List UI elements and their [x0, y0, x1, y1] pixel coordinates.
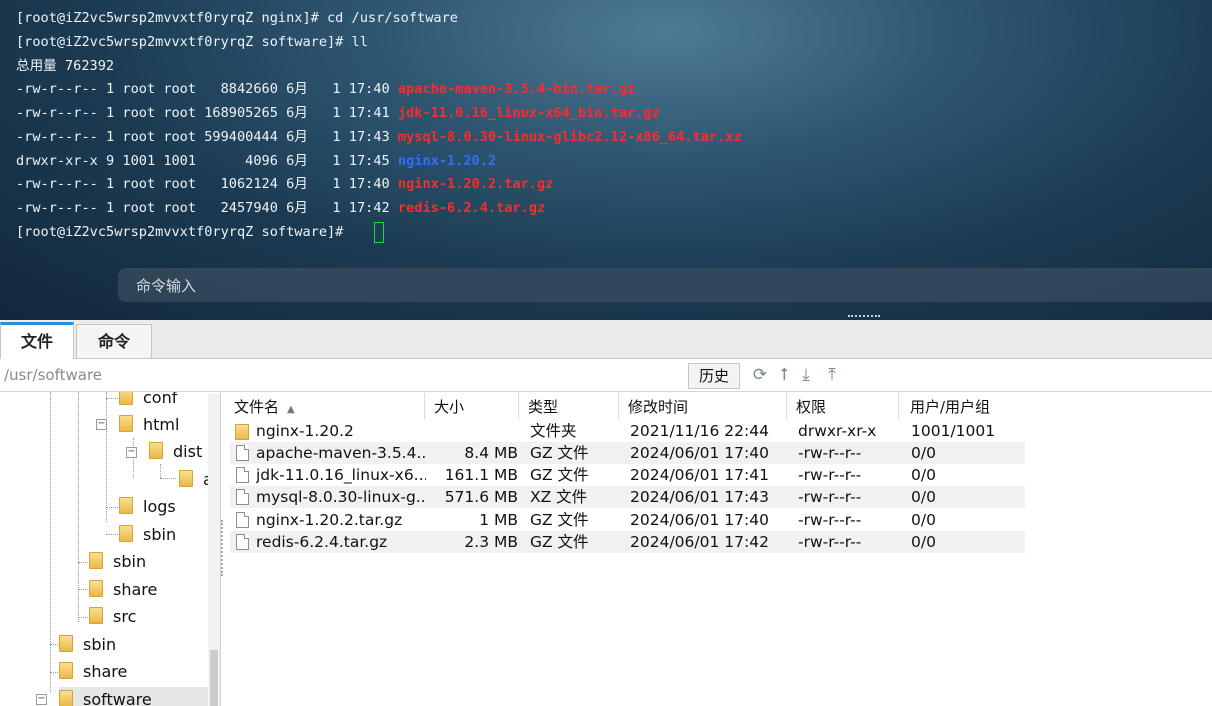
history-button[interactable]: 历史: [688, 363, 740, 389]
column-header-owner[interactable]: 用户/用户组: [910, 393, 1030, 419]
terminal-line: [root@iZ2vc5wrsp2mvvxtf0ryrqZ software]#…: [16, 34, 368, 50]
refresh-icon[interactable]: ⟳: [750, 365, 770, 385]
tree-node[interactable]: conf: [119, 392, 177, 411]
folder-icon: [235, 424, 249, 440]
folder-icon: [119, 497, 133, 514]
directory-tree[interactable]: conf − html − dist a logs sbin sbin shar…: [0, 392, 221, 706]
terminal-line: -rw-r--r-- 1 root root 599400444 6月 1 17…: [16, 129, 742, 145]
file-icon: [236, 467, 249, 483]
path-input[interactable]: /usr/software: [0, 363, 688, 387]
folder-icon: [179, 470, 193, 487]
terminal-line: [root@iZ2vc5wrsp2mvvxtf0ryrqZ nginx]# cd…: [16, 10, 458, 26]
terminal-cursor: [374, 222, 384, 243]
column-header-size[interactable]: 大小: [434, 393, 519, 419]
tree-node[interactable]: sbin: [89, 549, 146, 575]
tree-node[interactable]: dist: [149, 439, 202, 465]
tree-node[interactable]: sbin: [119, 522, 176, 548]
column-header-permission[interactable]: 权限: [796, 393, 899, 419]
folder-icon: [149, 442, 163, 459]
terminal-line: -rw-r--r-- 1 root root 168905265 6月 1 17…: [16, 105, 660, 121]
terminal-prompt: [root@iZ2vc5wrsp2mvvxtf0ryrqZ software]#: [16, 224, 352, 240]
folder-icon: [119, 415, 133, 432]
command-input-bar[interactable]: [118, 268, 1212, 302]
file-list[interactable]: 文件名 ▲ 大小 类型 修改时间 权限 用户/用户组 nginx-1.20.2 文…: [226, 393, 1212, 706]
terminal-filename: apache-maven-3.5.4-bin.tar.gz: [397, 81, 636, 97]
path-bar: /usr/software 历史 ⟳ ⭡ ⤓ ⤒: [0, 359, 1212, 392]
collapse-icon[interactable]: −: [126, 447, 137, 458]
table-row[interactable]: mysql-8.0.30-linux-g... 571.6 MB XZ 文件 2…: [230, 486, 1025, 508]
file-icon: [236, 489, 249, 505]
terminal-line: 总用量 762392: [16, 58, 115, 74]
column-header-type[interactable]: 类型: [528, 393, 619, 419]
tree-node[interactable]: share: [89, 577, 157, 603]
tab-command[interactable]: 命令: [76, 324, 152, 358]
tab-bar: 文件 命令: [0, 320, 1212, 361]
terminal-filename: mysql-8.0.30-linux-glibc2.12-x86_64.tar.…: [397, 129, 742, 145]
tree-node[interactable]: logs: [119, 494, 176, 520]
folder-icon: [119, 525, 133, 542]
upload-icon[interactable]: ⤒: [822, 365, 842, 385]
terminal-dirname: nginx-1.20.2: [397, 153, 497, 169]
file-icon: [236, 512, 249, 528]
tree-node[interactable]: html: [119, 412, 179, 438]
table-row[interactable]: apache-maven-3.5.4... 8.4 MB GZ 文件 2024/…: [230, 442, 1025, 464]
file-icon: [236, 534, 249, 550]
folder-icon: [89, 580, 103, 597]
sort-ascending-icon: ▲: [287, 404, 295, 415]
table-row[interactable]: nginx-1.20.2 文件夹 2021/11/16 22:44 drwxr-…: [230, 420, 1025, 442]
tree-node-selected[interactable]: software: [59, 687, 209, 706]
collapse-icon[interactable]: −: [96, 419, 107, 430]
tree-node[interactable]: src: [89, 604, 136, 630]
terminal-line: -rw-r--r-- 1 root root 1062124 6月 1 17:4…: [16, 176, 554, 192]
terminal-filename: nginx-1.20.2.tar.gz: [397, 176, 554, 192]
folder-icon: [59, 662, 73, 679]
folder-icon: [59, 690, 73, 706]
download-icon[interactable]: ⤓: [796, 365, 816, 385]
terminal-filename: jdk-11.0.16_linux-x64_bin.tar.gz: [397, 105, 660, 121]
table-row[interactable]: jdk-11.0.16_linux-x6... 161.1 MB GZ 文件 2…: [230, 464, 1025, 486]
tree-node[interactable]: share: [59, 659, 127, 685]
tree-node[interactable]: sbin: [59, 632, 116, 658]
tab-file[interactable]: 文件: [0, 322, 74, 361]
terminal-panel[interactable]: [root@iZ2vc5wrsp2mvvxtf0ryrqZ nginx]# cd…: [0, 0, 1212, 320]
collapse-icon[interactable]: −: [36, 694, 47, 705]
folder-icon: [119, 392, 133, 405]
file-icon: [236, 445, 249, 461]
table-row[interactable]: redis-6.2.4.tar.gz 2.3 MB GZ 文件 2024/06/…: [230, 531, 1025, 553]
column-header-name[interactable]: 文件名 ▲: [234, 393, 425, 419]
column-header-modified[interactable]: 修改时间: [628, 393, 787, 419]
command-input-placeholder[interactable]: 命令输入: [136, 275, 196, 297]
terminal-line: -rw-r--r-- 1 root root 2457940 6月 1 17:4…: [16, 200, 546, 216]
up-arrow-icon[interactable]: ⭡: [774, 365, 794, 385]
folder-icon: [59, 635, 73, 652]
terminal-line: drwxr-xr-x 9 1001 1001 4096 6月 1 17:45 n…: [16, 153, 497, 169]
folder-icon: [89, 607, 103, 624]
tree-scrollbar-thumb[interactable]: [210, 650, 218, 706]
folder-icon: [89, 552, 103, 569]
table-row[interactable]: nginx-1.20.2.tar.gz 1 MB GZ 文件 2024/06/0…: [230, 509, 1025, 531]
terminal-filename: redis-6.2.4.tar.gz: [397, 200, 546, 216]
terminal-line: -rw-r--r-- 1 root root 8842660 6月 1 17:4…: [16, 81, 636, 97]
